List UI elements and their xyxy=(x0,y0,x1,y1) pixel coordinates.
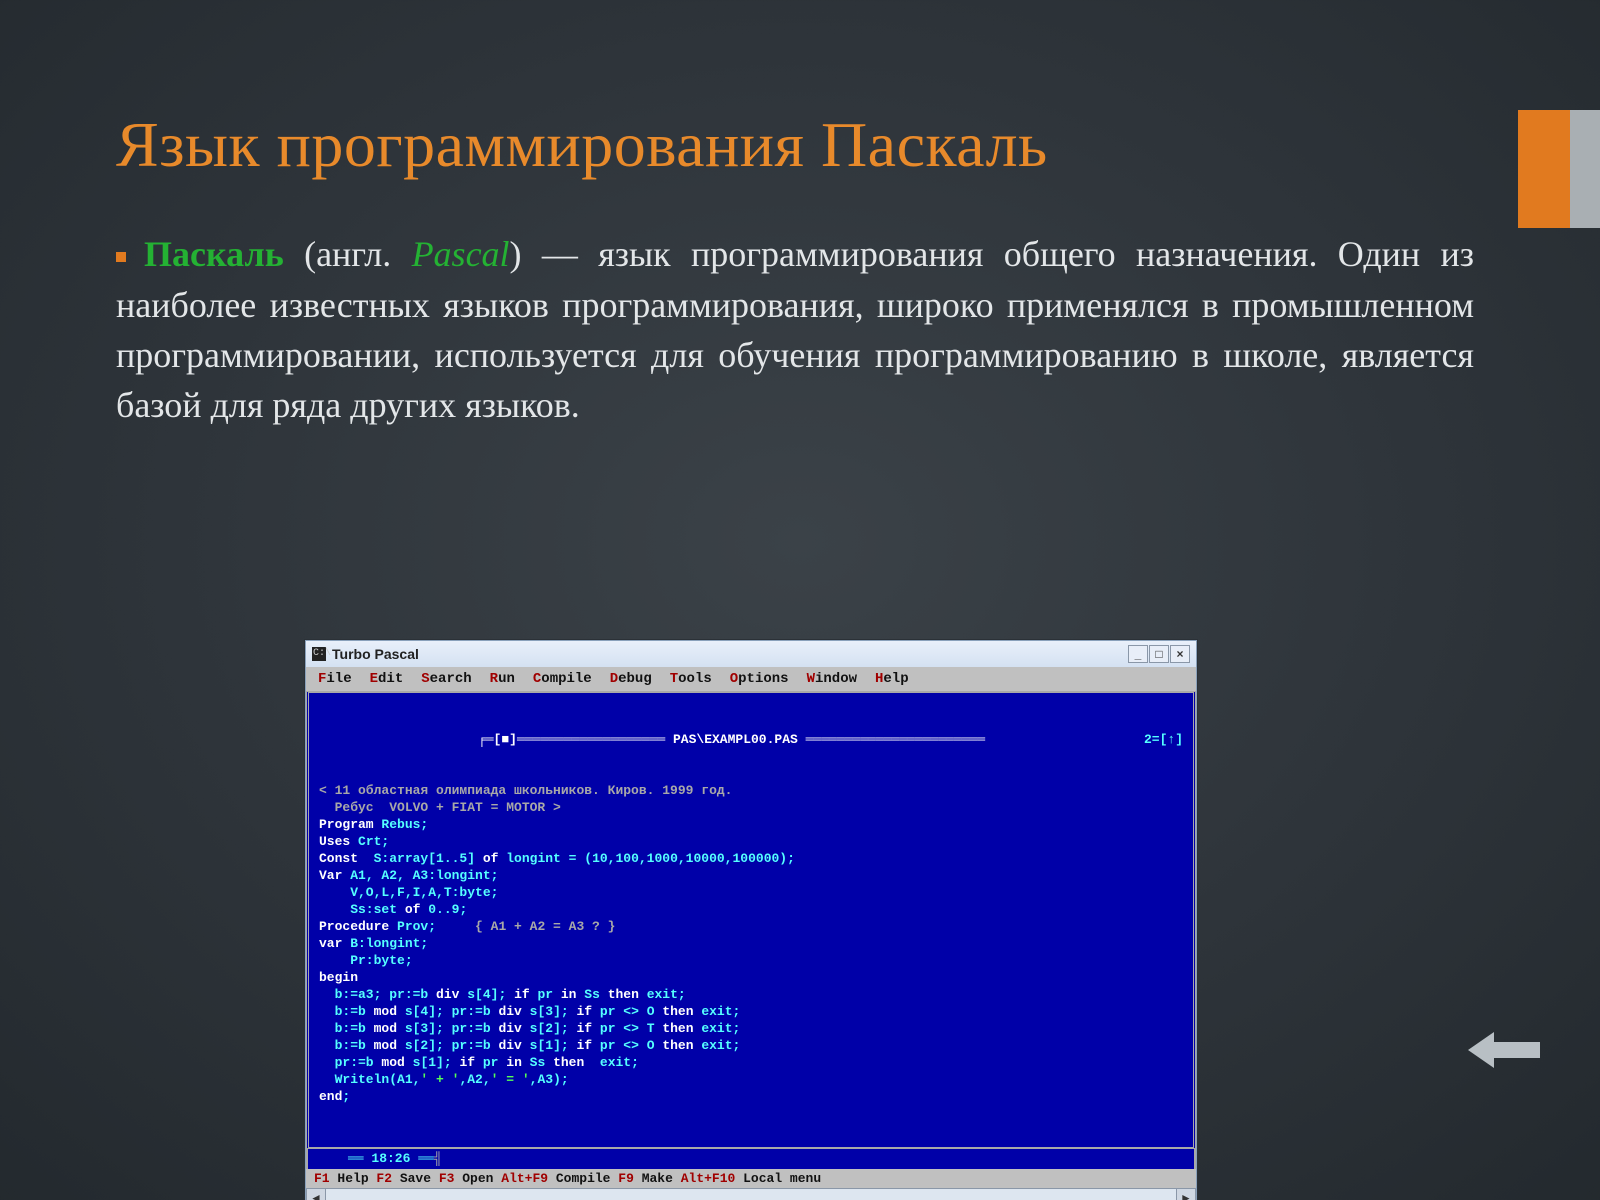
help-key: Alt+F9 xyxy=(501,1171,548,1186)
prev-slide-arrow-icon[interactable] xyxy=(1468,1028,1540,1072)
tp-help-bar: F1 Help F2 Save F3 Open Alt+F9 Compile F… xyxy=(306,1169,1196,1188)
bullet-icon xyxy=(116,252,126,262)
code-line: Procedure Prov; { A1 + A2 = A3 ? } xyxy=(319,918,1183,935)
console-icon xyxy=(312,647,326,661)
tp-menu-search[interactable]: Search xyxy=(421,671,471,687)
tp-file-header: ╒═[■]═══════════════════ PAS\EXAMPL00.PA… xyxy=(319,731,1183,748)
code-line: b:=b mod s[4]; pr:=b div s[3]; if pr <> … xyxy=(319,1003,1183,1020)
tp-titlebar: Turbo Pascal _ □ × xyxy=(306,641,1196,667)
tp-window-title: Turbo Pascal xyxy=(332,646,419,662)
tp-menu-file[interactable]: File xyxy=(318,671,352,687)
help-label: Make xyxy=(634,1171,681,1186)
term-open: (англ. xyxy=(284,234,412,274)
code-line: Pr:byte; xyxy=(319,952,1183,969)
turbo-pascal-screenshot: Turbo Pascal _ □ × File Edit Search Run Comp… xyxy=(305,640,1197,1200)
help-key: F3 xyxy=(439,1171,455,1186)
minimize-button[interactable]: _ xyxy=(1128,645,1148,663)
help-label: Compile xyxy=(548,1171,618,1186)
maximize-button[interactable]: □ xyxy=(1149,645,1169,663)
term-bold: Паскаль xyxy=(144,234,284,274)
tp-menubar[interactable]: File Edit Search Run Compile Debug Tools Option… xyxy=(306,667,1196,691)
code-line: Writeln(A1,' + ',A2,' = ',A3); xyxy=(319,1071,1183,1088)
scroll-right-arrow-icon[interactable]: ► xyxy=(1176,1188,1196,1200)
tp-header-left: ╒═[■]═ xyxy=(478,732,525,747)
scroll-track[interactable] xyxy=(326,1188,1176,1200)
code-line: end; xyxy=(319,1088,1183,1105)
code-line: Ребус VOLVO + FIAT = MOTOR > xyxy=(319,799,1183,816)
code-line: V,O,L,F,I,A,T:byte; xyxy=(319,884,1183,901)
code-line: < 11 областная олимпиада школьников. Кир… xyxy=(319,782,1183,799)
tp-status-bar: ══ 18:26 ══╣ xyxy=(306,1149,1196,1169)
code-line: var B:longint; xyxy=(319,935,1183,952)
code-line: b:=b mod s[2]; pr:=b div s[1]; if pr <> … xyxy=(319,1037,1183,1054)
tp-menu-run[interactable]: Run xyxy=(490,671,515,687)
code-line: Uses Crt; xyxy=(319,833,1183,850)
help-label: Save xyxy=(392,1171,439,1186)
code-line: Program Rebus; xyxy=(319,816,1183,833)
help-key: F9 xyxy=(618,1171,634,1186)
tp-menu-compile[interactable]: Compile xyxy=(533,671,592,687)
tp-filename: PAS\EXAMPL00.PAS xyxy=(673,732,798,747)
code-line: pr:=b mod s[1]; if pr in Ss then exit; xyxy=(319,1054,1183,1071)
tp-menu-debug[interactable]: Debug xyxy=(610,671,652,687)
code-line: Var A1, A2, A3:longint; xyxy=(319,867,1183,884)
tp-terminal: ╒═[■]═══════════════════ PAS\EXAMPL00.PA… xyxy=(306,691,1196,1149)
tp-window-frame: Turbo Pascal _ □ × File Edit Search Run Comp… xyxy=(305,640,1197,1200)
scroll-left-arrow-icon[interactable]: ◄ xyxy=(306,1188,326,1200)
help-label: Open xyxy=(454,1171,501,1186)
code-line: Const S:array[1..5] of longint = (10,100… xyxy=(319,850,1183,867)
help-key: Alt+F10 xyxy=(681,1171,736,1186)
help-key: F1 xyxy=(314,1171,330,1186)
slide-body: Паскаль (англ. Pascal) — язык программир… xyxy=(116,229,1474,431)
tp-menu-help[interactable]: Help xyxy=(875,671,909,687)
code-line: b:=a3; pr:=b div s[4]; if pr in Ss then … xyxy=(319,986,1183,1003)
tp-code-area: < 11 областная олимпиада школьников. Кир… xyxy=(319,782,1183,1105)
tp-clock: ══ 18:26 ══ xyxy=(348,1151,434,1166)
tp-menu-window[interactable]: Window xyxy=(807,671,857,687)
tp-window-controls: _ □ × xyxy=(1127,645,1190,663)
help-key: F2 xyxy=(376,1171,392,1186)
code-line: Ss:set of 0..9; xyxy=(319,901,1183,918)
code-line: begin xyxy=(319,969,1183,986)
help-label: Help xyxy=(330,1171,377,1186)
tp-menu-edit[interactable]: Edit xyxy=(370,671,404,687)
term-italic: Pascal xyxy=(412,234,510,274)
slide-title: Язык программирования Паскаль xyxy=(116,110,1474,179)
tp-menu-tools[interactable]: Tools xyxy=(670,671,712,687)
code-line: b:=b mod s[3]; pr:=b div s[2]; if pr <> … xyxy=(319,1020,1183,1037)
tp-menu-options[interactable]: Options xyxy=(730,671,789,687)
tp-hscrollbar[interactable]: ◄ ► xyxy=(306,1188,1196,1200)
close-button[interactable]: × xyxy=(1170,645,1190,663)
help-label: Local menu xyxy=(735,1171,821,1186)
tp-header-right: 2=[↑] xyxy=(1144,731,1183,748)
